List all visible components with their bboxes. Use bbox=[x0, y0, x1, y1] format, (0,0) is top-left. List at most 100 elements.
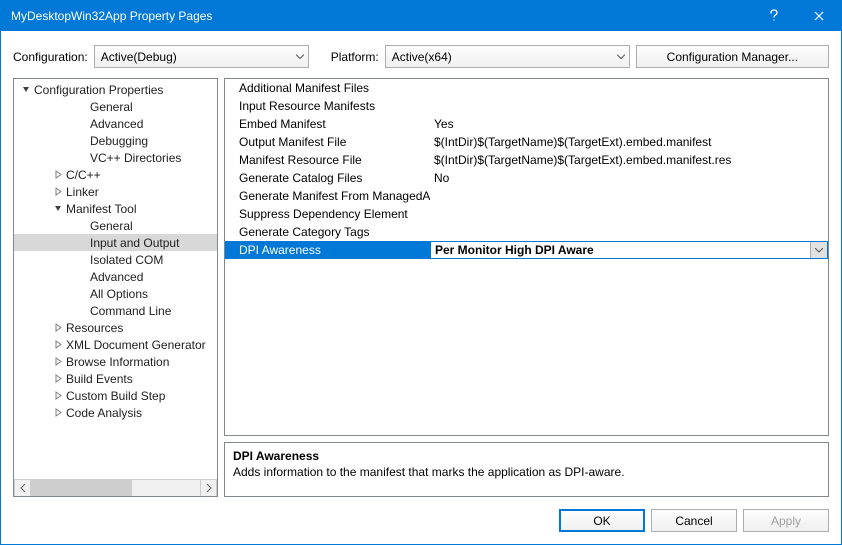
scroll-track[interactable] bbox=[31, 480, 200, 496]
property-row[interactable]: Input Resource Manifests bbox=[225, 97, 828, 115]
tree-item-label: Debugging bbox=[90, 134, 148, 148]
help-icon bbox=[769, 9, 779, 23]
tree-item[interactable]: Resources bbox=[14, 319, 217, 336]
expander-icon[interactable] bbox=[52, 390, 64, 402]
expander-icon bbox=[76, 237, 88, 249]
tree-item[interactable]: Manifest Tool bbox=[14, 200, 217, 217]
expander-icon[interactable] bbox=[52, 203, 64, 215]
chevron-down-icon bbox=[296, 54, 304, 59]
expander-icon[interactable] bbox=[20, 84, 32, 96]
tree-item[interactable]: Code Analysis bbox=[14, 404, 217, 421]
property-name: Manifest Resource File bbox=[225, 153, 430, 167]
dropdown-button[interactable] bbox=[810, 242, 827, 258]
chevron-down-icon bbox=[617, 54, 625, 59]
tree-item[interactable]: Browse Information bbox=[14, 353, 217, 370]
tree-item-label: Configuration Properties bbox=[34, 83, 163, 97]
tree-item[interactable]: Build Events bbox=[14, 370, 217, 387]
property-value[interactable]: Yes bbox=[430, 117, 828, 131]
tree-item-label: Linker bbox=[66, 185, 99, 199]
tree-item[interactable]: General bbox=[14, 217, 217, 234]
configuration-combo[interactable]: Active(Debug) bbox=[94, 45, 309, 68]
tree-item[interactable]: Advanced bbox=[14, 268, 217, 285]
expander-icon[interactable] bbox=[52, 407, 64, 419]
tree-item-label: Build Events bbox=[66, 372, 133, 386]
property-row[interactable]: Embed ManifestYes bbox=[225, 115, 828, 133]
expander-icon bbox=[76, 254, 88, 266]
property-value[interactable]: No bbox=[430, 171, 828, 185]
tree-item-label: Custom Build Step bbox=[66, 389, 165, 403]
tree-item[interactable]: Isolated COM bbox=[14, 251, 217, 268]
tree-item[interactable]: Command Line bbox=[14, 302, 217, 319]
property-name: Output Manifest File bbox=[225, 135, 430, 149]
platform-label: Platform: bbox=[331, 50, 379, 64]
expander-icon[interactable] bbox=[52, 339, 64, 351]
tree-item-label: Browse Information bbox=[66, 355, 169, 369]
property-grid[interactable]: Additional Manifest Files Input Resource … bbox=[224, 78, 829, 436]
property-row[interactable]: Generate Category Tags bbox=[225, 223, 828, 241]
tree-item[interactable]: XML Document Generator bbox=[14, 336, 217, 353]
tree-root[interactable]: Configuration Properties bbox=[14, 81, 217, 98]
right-panel: Additional Manifest Files Input Resource … bbox=[224, 78, 829, 497]
platform-combo[interactable]: Active(x64) bbox=[385, 45, 630, 68]
tree-item[interactable]: Custom Build Step bbox=[14, 387, 217, 404]
property-name: Generate Manifest From ManagedAssembly bbox=[225, 189, 430, 203]
property-pages-dialog: MyDesktopWin32App Property Pages Configu… bbox=[0, 0, 842, 545]
tree-item-label: Advanced bbox=[90, 270, 143, 284]
config-row: Configuration: Active(Debug) Platform: A… bbox=[1, 31, 841, 78]
tree-item[interactable]: C/C++ bbox=[14, 166, 217, 183]
tree-item-label: XML Document Generator bbox=[66, 338, 206, 352]
tree-item[interactable]: VC++ Directories bbox=[14, 149, 217, 166]
ok-button[interactable]: OK bbox=[559, 509, 645, 532]
property-row[interactable]: Additional Manifest Files bbox=[225, 79, 828, 97]
property-name: Additional Manifest Files bbox=[225, 81, 430, 95]
expander-icon bbox=[76, 220, 88, 232]
expander-icon[interactable] bbox=[52, 169, 64, 181]
tree-item-label: All Options bbox=[90, 287, 148, 301]
tree-item-label: Resources bbox=[66, 321, 123, 335]
tree-item[interactable]: All Options bbox=[14, 285, 217, 302]
property-name: Generate Catalog Files bbox=[225, 171, 430, 185]
apply-button[interactable]: Apply bbox=[743, 509, 829, 532]
property-value[interactable]: $(IntDir)$(TargetName)$(TargetExt).embed… bbox=[430, 135, 828, 149]
expander-icon bbox=[76, 135, 88, 147]
property-row[interactable]: Suppress Dependency Element bbox=[225, 205, 828, 223]
scroll-right-button[interactable] bbox=[200, 480, 217, 496]
scroll-left-button[interactable] bbox=[14, 480, 31, 496]
cancel-button[interactable]: Cancel bbox=[651, 509, 737, 532]
expander-icon bbox=[76, 305, 88, 317]
tree-item-label: Command Line bbox=[90, 304, 171, 318]
content-area: Configuration Properties General Advanced D… bbox=[1, 78, 841, 497]
tree-item[interactable]: Linker bbox=[14, 183, 217, 200]
tree-item[interactable]: General bbox=[14, 98, 217, 115]
scroll-thumb[interactable] bbox=[31, 480, 132, 496]
tree-item-label: General bbox=[90, 219, 133, 233]
tree-item[interactable]: Debugging bbox=[14, 132, 217, 149]
expander-icon bbox=[76, 288, 88, 300]
property-row[interactable]: Generate Manifest From ManagedAssembly bbox=[225, 187, 828, 205]
expander-icon[interactable] bbox=[52, 373, 64, 385]
tree-item-label: C/C++ bbox=[66, 168, 101, 182]
close-icon bbox=[814, 11, 824, 21]
expander-icon[interactable] bbox=[52, 356, 64, 368]
property-value[interactable]: $(IntDir)$(TargetName)$(TargetExt).embed… bbox=[430, 153, 828, 167]
property-value[interactable]: Per Monitor High DPI Aware bbox=[430, 241, 828, 259]
tree-item[interactable]: Advanced bbox=[14, 115, 217, 132]
close-button[interactable] bbox=[796, 1, 841, 31]
help-button[interactable] bbox=[751, 1, 796, 31]
tree-hscrollbar[interactable] bbox=[14, 479, 217, 496]
property-row[interactable]: DPI AwarenessPer Monitor High DPI Aware bbox=[225, 241, 828, 259]
property-row[interactable]: Generate Catalog FilesNo bbox=[225, 169, 828, 187]
tree-item-label: Advanced bbox=[90, 117, 143, 131]
tree-item-label: Input and Output bbox=[90, 236, 179, 250]
tree-item-label: General bbox=[90, 100, 133, 114]
expander-icon[interactable] bbox=[52, 186, 64, 198]
expander-icon[interactable] bbox=[52, 322, 64, 334]
configuration-manager-button[interactable]: Configuration Manager... bbox=[636, 45, 829, 68]
property-row[interactable]: Manifest Resource File$(IntDir)$(TargetN… bbox=[225, 151, 828, 169]
property-name: Generate Category Tags bbox=[225, 225, 430, 239]
config-tree[interactable]: Configuration Properties General Advanced D… bbox=[14, 79, 217, 479]
property-row[interactable]: Output Manifest File$(IntDir)$(TargetNam… bbox=[225, 133, 828, 151]
tree-item[interactable]: Input and Output bbox=[14, 234, 217, 251]
tree-item-label: Isolated COM bbox=[90, 253, 163, 267]
property-name: Suppress Dependency Element bbox=[225, 207, 430, 221]
